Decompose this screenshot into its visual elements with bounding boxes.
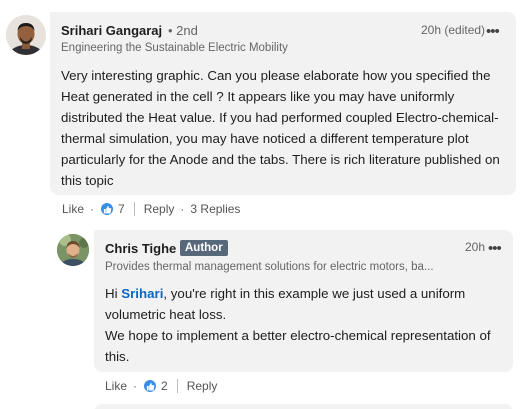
divider: [133, 202, 135, 216]
reply-button[interactable]: Reply: [187, 379, 218, 393]
more-options-icon[interactable]: •••: [488, 241, 502, 256]
user-photo-icon: [6, 15, 46, 55]
commenter-headline: Provides thermal management solutions fo…: [105, 261, 434, 273]
comment-timestamp: 20h (edited): [421, 23, 486, 37]
divider: [176, 379, 178, 393]
connection-degree: • 2nd: [168, 23, 198, 38]
like-reaction-icon: [100, 202, 115, 216]
more-options-icon[interactable]: •••: [486, 24, 500, 39]
reply-button[interactable]: Reply: [144, 202, 175, 216]
separator-dot: ·: [180, 202, 185, 216]
separator-dot: ·: [90, 202, 95, 216]
author-badge: Author: [180, 240, 228, 256]
user-photo-icon: [57, 234, 89, 266]
reply-paragraph-1: Hi Srihari, you're right in this example…: [105, 286, 466, 322]
commenter-name[interactable]: Chris Tighe: [105, 241, 176, 256]
avatar[interactable]: [6, 15, 46, 55]
reaction-count[interactable]: 7: [100, 202, 125, 216]
mention-link[interactable]: Srihari: [121, 286, 163, 301]
reply-text: Hi Srihari, you're right in this example…: [105, 283, 505, 367]
separator-dot: ·: [133, 379, 138, 393]
comment-text: Very interesting graphic. Can you please…: [61, 68, 500, 188]
like-reaction-icon: [143, 379, 158, 393]
commenter-name[interactable]: Srihari Gangaraj: [61, 23, 162, 38]
avatar[interactable]: [57, 234, 89, 266]
reaction-count[interactable]: 2: [143, 379, 168, 393]
comment-actions: Like · 7 Reply · 3 Replies: [62, 202, 240, 216]
commenter-headline: Engineering the Sustainable Electric Mob…: [61, 42, 288, 54]
next-reply-bubble: [94, 404, 513, 409]
like-button[interactable]: Like: [62, 202, 84, 216]
view-replies-link[interactable]: 3 Replies: [190, 202, 240, 216]
reply-paragraph-2: We hope to implement a better electro-ch…: [105, 328, 491, 364]
comment-actions: Like · 2 Reply: [105, 379, 217, 393]
comment-timestamp: 20h: [465, 240, 486, 254]
like-button[interactable]: Like: [105, 379, 127, 393]
